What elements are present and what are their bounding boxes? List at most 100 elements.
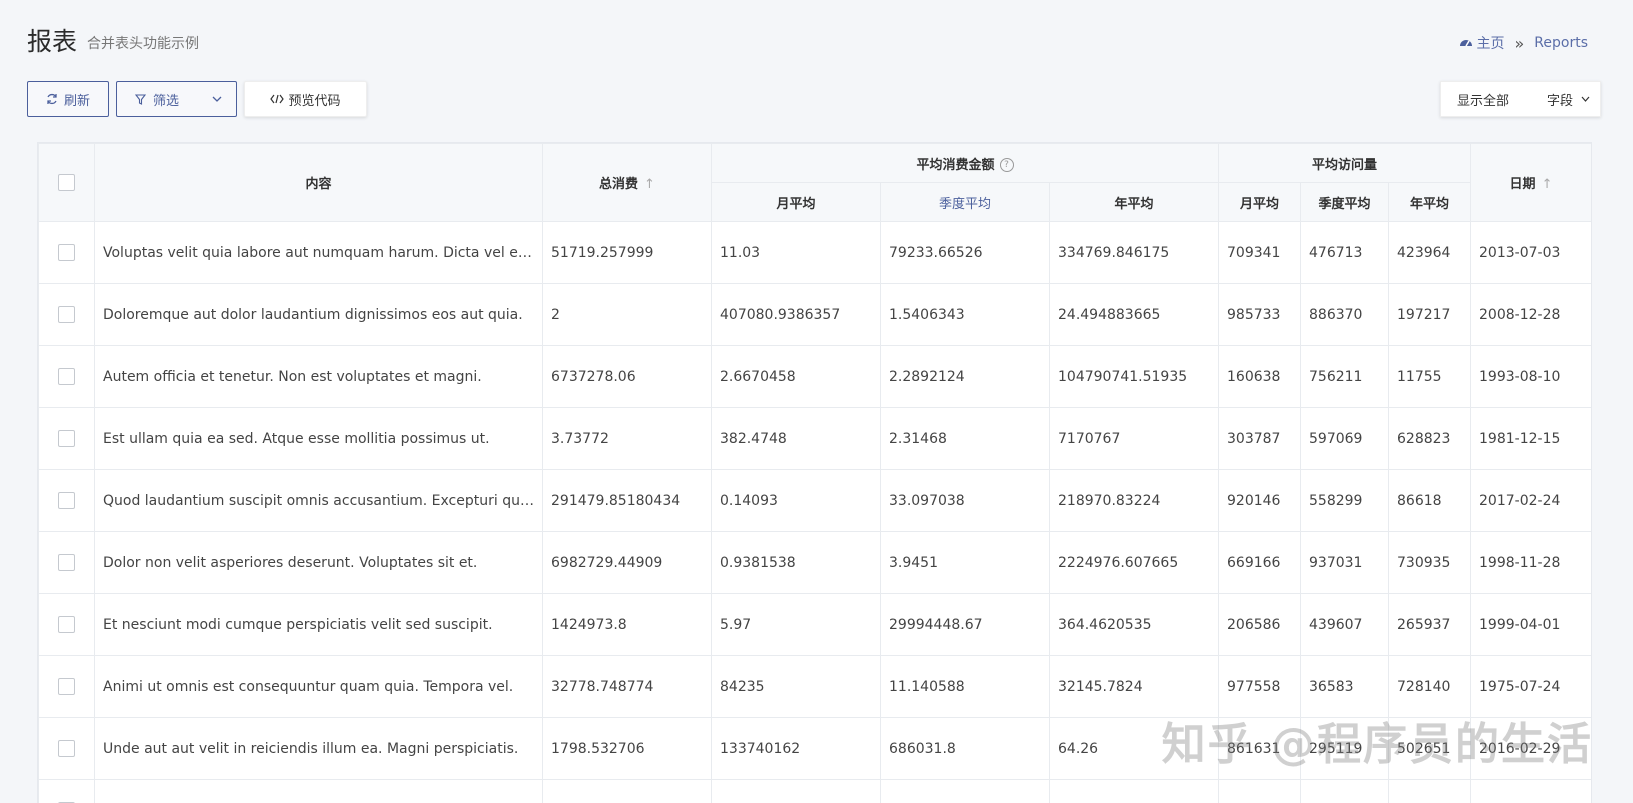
header-amount-quarter[interactable]: 季度平均 — [881, 183, 1050, 222]
cell-amount-quarter: 1.5406343 — [881, 284, 1050, 346]
filter-label: 筛选 — [153, 90, 179, 109]
cell-visits-year: 502651 — [1389, 718, 1471, 780]
row-checkbox[interactable] — [58, 492, 75, 509]
cell-visits-month: 985733 — [1219, 284, 1301, 346]
cell-visits-month: 160638 — [1219, 346, 1301, 408]
header-avg-visits: 平均访问量 — [1219, 144, 1471, 183]
page-subtitle: 合并表头功能示例 — [87, 33, 199, 53]
cell-content: Unde aut aut velit in reiciendis illum e… — [95, 718, 543, 780]
chevron-down-icon — [1581, 96, 1590, 102]
row-checkbox-cell — [39, 656, 95, 718]
row-checkbox[interactable] — [58, 430, 75, 447]
header-content: 内容 — [95, 144, 543, 222]
help-icon[interactable]: ? — [1000, 158, 1014, 172]
row-checkbox[interactable] — [58, 244, 75, 261]
cell-amount-year: 334769.846175 — [1050, 222, 1219, 284]
cell-amount-year: 32145.7824 — [1050, 656, 1219, 718]
header-avg-amount: 平均消费金额? — [712, 144, 1219, 183]
cell-content: Autem officia et tenetur. Non est volupt… — [95, 346, 543, 408]
breadcrumb-home-link[interactable]: 主页 — [1477, 33, 1505, 53]
cell-total — [543, 780, 712, 803]
page-title: 报表 — [27, 22, 77, 58]
cell-content: Est ullam quia ea sed. Atque esse mollit… — [95, 408, 543, 470]
table-row — [39, 780, 1592, 803]
preview-code-label: 预览代码 — [288, 90, 340, 109]
cell-content: Dolor non velit asperiores deserunt. Vol… — [95, 532, 543, 594]
row-checkbox-cell — [39, 346, 95, 408]
cell-date: 2017-02-24 — [1471, 470, 1592, 532]
filter-dropdown[interactable]: 筛选 — [116, 81, 237, 117]
table-row: Animi ut omnis est consequuntur quam qui… — [39, 656, 1592, 718]
cell-amount-year — [1050, 780, 1219, 803]
code-icon — [270, 94, 284, 104]
header-visits-month: 月平均 — [1219, 183, 1301, 222]
cell-amount-month: 0.14093 — [712, 470, 881, 532]
table-row: Dolor non velit asperiores deserunt. Vol… — [39, 532, 1592, 594]
cell-date: 2013-07-03 — [1471, 222, 1592, 284]
sort-up-icon: ↑ — [1542, 177, 1553, 192]
refresh-icon — [46, 93, 58, 105]
cell-amount-year: 218970.83224 — [1050, 470, 1219, 532]
cell-visits-year: 423964 — [1389, 222, 1471, 284]
header-total[interactable]: 总消费↑ — [543, 144, 712, 222]
row-checkbox[interactable] — [58, 678, 75, 695]
report-table: 内容 总消费↑ 平均消费金额? 平均访问量 日期↑ 月平均 季度平均 年平均 — [37, 142, 1592, 803]
cell-amount-quarter: 33.097038 — [881, 470, 1050, 532]
cell-total: 6982729.44909 — [543, 532, 712, 594]
cell-visits-year: 730935 — [1389, 532, 1471, 594]
row-checkbox-cell — [39, 594, 95, 656]
row-checkbox-cell — [39, 284, 95, 346]
cell-visits-quarter: 476713 — [1301, 222, 1389, 284]
cell-total: 2 — [543, 284, 712, 346]
cell-total: 3.73772 — [543, 408, 712, 470]
row-checkbox-cell — [39, 470, 95, 532]
cell-content: Animi ut omnis est consequuntur quam qui… — [95, 656, 543, 718]
chevron-down-icon — [212, 96, 222, 102]
cell-amount-month: 133740162 — [712, 718, 881, 780]
cell-total: 1424973.8 — [543, 594, 712, 656]
cell-visits-quarter: 756211 — [1301, 346, 1389, 408]
cell-visits-quarter — [1301, 780, 1389, 803]
preview-code-button[interactable]: 预览代码 — [244, 81, 367, 117]
row-checkbox[interactable] — [58, 554, 75, 571]
cell-visits-quarter: 937031 — [1301, 532, 1389, 594]
row-checkbox[interactable] — [58, 368, 75, 385]
cell-amount-year: 7170767 — [1050, 408, 1219, 470]
cell-date: 1993-08-10 — [1471, 346, 1592, 408]
show-all-button[interactable]: 显示全部 — [1457, 90, 1509, 109]
cell-visits-quarter: 36583 — [1301, 656, 1389, 718]
cell-visits-month: 861631 — [1219, 718, 1301, 780]
row-checkbox[interactable] — [58, 616, 75, 633]
cell-amount-quarter: 29994448.67 — [881, 594, 1050, 656]
row-checkbox-cell — [39, 780, 95, 803]
cell-content — [95, 780, 543, 803]
page-header: 报表 合并表头功能示例 主页 » Reports — [0, 0, 1633, 80]
row-checkbox[interactable] — [58, 306, 75, 323]
cell-content: Et nesciunt modi cumque perspiciatis vel… — [95, 594, 543, 656]
cell-visits-month: 709341 — [1219, 222, 1301, 284]
table-row: Unde aut aut velit in reiciendis illum e… — [39, 718, 1592, 780]
cell-content: Doloremque aut dolor laudantium dignissi… — [95, 284, 543, 346]
table-row: Doloremque aut dolor laudantium dignissi… — [39, 284, 1592, 346]
table-row: Autem officia et tenetur. Non est volupt… — [39, 346, 1592, 408]
row-checkbox[interactable] — [58, 740, 75, 757]
table-row: Est ullam quia ea sed. Atque esse mollit… — [39, 408, 1592, 470]
cell-visits-year — [1389, 780, 1471, 803]
sort-up-icon: ↑ — [644, 177, 655, 192]
header-amount-month: 月平均 — [712, 183, 881, 222]
cell-amount-year: 104790741.51935 — [1050, 346, 1219, 408]
cell-amount-year: 2224976.607665 — [1050, 532, 1219, 594]
cell-amount-month: 84235 — [712, 656, 881, 718]
cell-amount-year: 64.26 — [1050, 718, 1219, 780]
breadcrumb-current: Reports — [1534, 35, 1588, 51]
row-checkbox-cell — [39, 222, 95, 284]
toolbar: 刷新 筛选 预览代码 — [27, 81, 367, 117]
select-all-checkbox[interactable] — [58, 174, 75, 191]
fields-dropdown[interactable]: 字段 — [1547, 90, 1573, 109]
cell-amount-quarter — [881, 780, 1050, 803]
refresh-button[interactable]: 刷新 — [27, 81, 109, 117]
cell-amount-year: 24.494883665 — [1050, 284, 1219, 346]
cell-visits-quarter: 295119 — [1301, 718, 1389, 780]
header-date[interactable]: 日期↑ — [1471, 144, 1592, 222]
cell-total: 1798.532706 — [543, 718, 712, 780]
